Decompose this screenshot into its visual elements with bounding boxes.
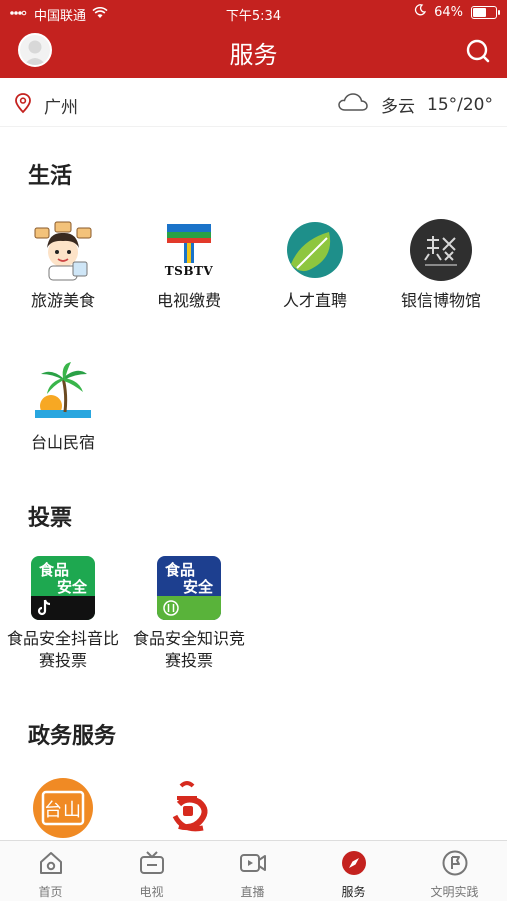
service-tile-gov-emblem[interactable] [126, 776, 252, 840]
tab-label: 首页 [38, 885, 63, 899]
tab-service[interactable]: 服务 [303, 841, 404, 901]
tab-home[interactable]: 首页 [0, 841, 101, 901]
battery-fill [473, 7, 486, 17]
weather-description: 多云 [381, 97, 415, 117]
home-icon [39, 852, 62, 874]
tiktok-icon [37, 599, 51, 616]
search-icon [466, 39, 490, 63]
service-tile-taishan[interactable]: 台山 [0, 776, 126, 840]
icon-text: 安全 [57, 578, 88, 596]
tile-label: 银信博物馆 [400, 291, 481, 310]
service-tile-museum[interactable]: 银信博物馆 [378, 218, 504, 312]
location-name: 广州 [44, 98, 78, 118]
location-pin-icon [14, 92, 32, 119]
tsbtv-logo: TSBTV [157, 218, 221, 282]
tsbtv-logo-text: TSBTV [164, 264, 214, 278]
palm-tree-icon [31, 360, 95, 424]
cloud-icon [337, 91, 369, 118]
tab-civilization-practice[interactable]: 文明实践 [404, 841, 505, 901]
section-title-gov: 政务服务 [28, 724, 117, 749]
museum-icon [409, 218, 473, 282]
tile-label: 食品安全抖音比赛投票 [6, 629, 119, 670]
section-title-vote: 投票 [28, 506, 73, 531]
battery-percent: 64% [434, 4, 463, 20]
location-selector[interactable]: 广州 [14, 92, 78, 119]
service-tile-food-safety-quiz-vote[interactable]: 食品 安全 食品安全知识竞赛投票 [126, 556, 252, 672]
tab-label: 电视 [139, 885, 164, 899]
tv-icon [139, 851, 164, 874]
weather-info: 多云 15°/20° [337, 91, 493, 118]
page-title: 服务 [229, 41, 278, 69]
tab-live[interactable]: 直播 [202, 841, 303, 901]
temperature-range: 15°/20° [427, 94, 493, 115]
food-safety-tiktok-icon: 食品 安全 [31, 556, 95, 620]
red-emblem-icon [157, 776, 221, 840]
service-tile-travel-food[interactable]: 旅游美食 [0, 218, 126, 312]
food-safety-quiz-icon: 食品 安全 [157, 556, 221, 620]
search-button[interactable] [463, 36, 493, 66]
tile-label: 人才直聘 [282, 291, 347, 310]
service-tile-tv-payment[interactable]: TSBTV 电视缴费 [126, 218, 252, 312]
status-bar: 中国联通 下午5:34 64% [0, 0, 507, 26]
service-tile-food-safety-tiktok-vote[interactable]: 食品 安全 食品安全抖音比赛投票 [0, 556, 126, 672]
icon-text: 安全 [183, 578, 214, 596]
tile-label: 台山民宿 [30, 433, 95, 452]
info-bar: 广州 多云 15°/20° [0, 78, 507, 127]
tab-label: 直播 [240, 885, 265, 899]
moon-icon [414, 4, 427, 20]
section-title-life: 生活 [28, 164, 73, 189]
service-tile-talent-recruit[interactable]: 人才直聘 [252, 218, 378, 312]
tab-tv[interactable]: 电视 [101, 841, 202, 901]
tile-label: 食品安全知识竞赛投票 [132, 629, 245, 670]
utensils-icon [163, 600, 179, 616]
top-nav-bar: 服务 [0, 26, 507, 78]
travel-food-icon [31, 218, 95, 282]
talent-leaf-icon [283, 218, 347, 282]
tile-label: 电视缴费 [156, 291, 221, 310]
service-tile-homestay[interactable]: 台山民宿 [0, 360, 126, 454]
taishan-logo: 台山 [31, 776, 95, 840]
flag-icon [442, 850, 467, 876]
tab-label: 文明实践 [430, 885, 479, 899]
tab-label: 服务 [341, 885, 366, 899]
compass-icon [341, 851, 366, 875]
battery-icon [471, 5, 500, 19]
live-icon [239, 854, 266, 872]
bottom-tab-bar: 首页 电视 直播 服务 文明实践 [0, 840, 507, 901]
taishan-logo-text: 台山 [44, 800, 82, 821]
tile-label: 旅游美食 [30, 291, 95, 310]
